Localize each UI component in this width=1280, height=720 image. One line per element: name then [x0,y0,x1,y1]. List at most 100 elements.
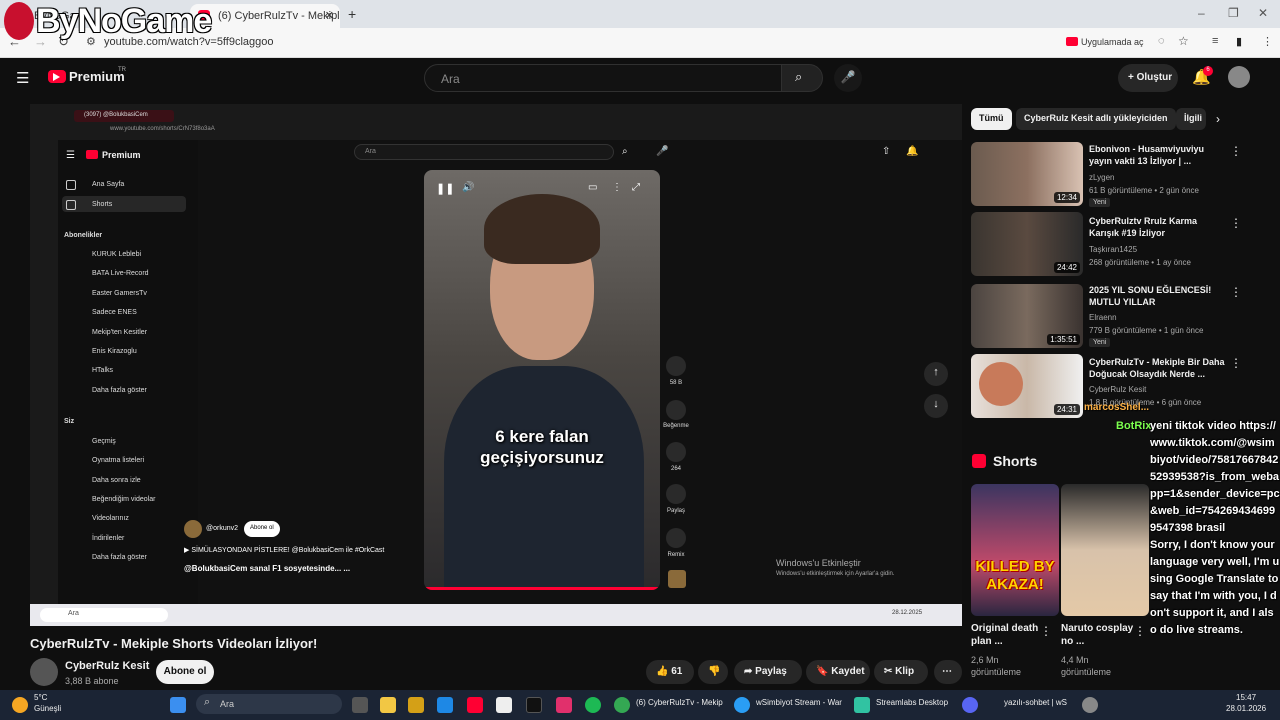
eye-slash-icon[interactable]: ◌ [1158,35,1165,47]
search-button[interactable]: ⌕ [781,64,823,92]
tiktok-icon[interactable] [526,697,542,713]
activate-windows-text: Windows'u etkinleştirmek için Ayarlar'a … [776,571,895,577]
save-button[interactable]: 🔖 Kaydet [806,660,870,684]
chevron-right-icon[interactable]: › [1216,112,1220,126]
instagram-icon[interactable] [556,697,572,713]
clock-date[interactable]: 28.01.2026 [1226,704,1266,713]
notification-badge: 6 [1203,66,1213,76]
inner-youtube-logo-icon [86,150,98,159]
search-input[interactable]: Ara [424,64,782,92]
taskbar-app-label[interactable]: Streamlabs Desktop [876,698,948,707]
dislike-button[interactable]: 👎 [698,660,728,684]
inner-sub-item: KURUK Leblebi [92,251,142,258]
voice-search-icon[interactable]: 🎤 [834,64,862,92]
new-tab-icon[interactable]: + [348,6,356,22]
channel-name[interactable]: CyberRulz Kesit [65,660,149,672]
inner-you-item: Oynatma listeleri [92,457,145,464]
file-explorer-icon[interactable] [380,697,396,713]
short-desc-line1: ▶ SİMÜLASYONDAN PİSTLERE! @BolukbasiCem … [184,547,385,554]
streamlabs-icon[interactable] [854,697,870,713]
browser-app-icon[interactable] [734,697,750,713]
chip-related[interactable]: İlgili [1176,108,1206,130]
chrome-icon[interactable] [614,697,630,713]
spotify-icon[interactable] [585,697,601,713]
progress-bar [424,587,660,590]
inner-sub-item: Daha fazla göster [92,387,147,394]
taskbar-search-input[interactable]: Ara [196,694,342,714]
open-in-app-button[interactable]: Uygulamada aç [1081,37,1144,47]
extension-icon[interactable]: ▮ [1236,35,1242,48]
chip-from-uploader[interactable]: CyberRulz Kesit adlı yükleyiciden [1016,108,1176,130]
short-views: 4,4 Mn görüntüleme [1061,655,1112,677]
store-icon[interactable] [408,697,424,713]
short-more-icon[interactable]: ⋮ [1040,624,1052,638]
rec-thumbnail[interactable]: 24:42 [971,212,1083,276]
share-button[interactable]: ➦ Paylaş [734,660,802,684]
short-channel-avatar [184,520,202,538]
discord-icon[interactable] [962,697,978,713]
rec-thumbnail[interactable]: 1:35:51 [971,284,1083,348]
app-icon[interactable] [496,697,512,713]
inner-you-item: Beğendiğim videolar [92,496,156,503]
rec-duration: 24:31 [1053,404,1080,415]
short-video-frame[interactable]: ❚❚ 🔊 ▭ ⋮ ⤢ 6 kere falan geçişiyorsunuz [424,170,660,590]
rec-thumbnail[interactable]: 12:34 [971,142,1083,206]
task-view-icon[interactable] [352,697,368,713]
short-title[interactable]: Original death plan ... [971,622,1047,648]
short-title[interactable]: Naruto cosplay no ... [1061,622,1137,648]
rec-channel[interactable]: zLygen [1089,172,1239,183]
rec-more-icon[interactable]: ⋮ [1230,285,1242,299]
inner-sub-item: Enis Kirazoglu [92,348,137,355]
minimize-icon[interactable]: – [1198,6,1205,20]
short-channel-name: @orkunv2 [206,525,239,532]
menu-dots-icon[interactable]: ⋮ [1262,35,1273,48]
short-desc-line2: @BolukbasiCem sanal F1 sosyetesinde... .… [184,564,351,573]
short-thumbnail[interactable] [1061,484,1149,616]
rec-title[interactable]: CyberRulzTv - Mekiple Bir Daha Doğucak O… [1089,356,1229,380]
taskbar-app-label[interactable]: wSimbiyot Stream - War [756,698,842,707]
inner-logo-text: Premium [102,150,141,160]
rec-more-icon[interactable]: ⋮ [1230,216,1242,230]
rec-channel[interactable]: CyberRulz Kesit [1089,384,1239,395]
weather-sun-icon[interactable] [12,697,28,713]
taskbar-app-label[interactable]: yazılı-sohbet | wS [1004,698,1067,707]
rec-more-icon[interactable]: ⋮ [1230,144,1242,158]
channel-avatar[interactable] [30,658,58,686]
edge-icon[interactable] [437,697,453,713]
taskbar-app-label[interactable]: (6) CyberRulzTv - Mekip [636,698,723,707]
more-actions-button[interactable]: ⋯ [934,660,962,684]
create-button[interactable]: + Oluştur [1118,64,1178,92]
youtube-app-icon[interactable] [467,697,483,713]
rec-more-icon[interactable]: ⋮ [1230,356,1242,370]
avatar[interactable] [1228,66,1250,88]
clip-button[interactable]: ✂ Klip [874,660,928,684]
hamburger-menu-icon[interactable]: ☰ [16,69,29,87]
short-thumbnail[interactable]: KILLED BY AKAZA! [971,484,1059,616]
clock-time[interactable]: 15:47 [1236,693,1256,702]
short-overlay-text: KILLED BY AKAZA! [975,558,1055,593]
shorts-icon [66,200,76,210]
inner-sub-item: Sadece ENES [92,309,137,316]
youtube-app-icon [1066,37,1078,46]
weather-temp: 5°C [34,693,48,702]
maximize-icon[interactable]: ❐ [1228,6,1239,20]
bookmark-star-icon[interactable]: ☆ [1178,34,1189,48]
rec-title[interactable]: Ebonivon - Husamviyuviyu yayın vakti 13 … [1089,143,1229,167]
rec-title[interactable]: CyberRulztv Rrulz Karma Karışık #19 İzli… [1089,215,1229,239]
close-window-icon[interactable]: ✕ [1258,6,1268,20]
close-tab-icon[interactable]: ✕ [325,9,334,22]
reading-list-icon[interactable]: ≡ [1212,35,1218,47]
youtube-logo-text[interactable]: Premium [69,69,125,84]
subscribe-button[interactable]: Abone ol [156,660,214,684]
short-more-icon[interactable]: ⋮ [1134,624,1146,638]
rec-title[interactable]: 2025 YIL SONU EĞLENCESİ! MUTLU YILLAR [1089,284,1229,308]
rec-thumbnail[interactable]: 24:31 [971,354,1083,418]
tray-icon[interactable] [1082,697,1098,713]
start-windows-icon[interactable] [170,697,186,713]
rec-channel[interactable]: Taşkıran1425 [1089,244,1239,255]
chip-all[interactable]: Tümü [971,108,1012,130]
rec-channel[interactable]: Elraenn [1089,312,1239,323]
like-button[interactable]: 👍 61 [646,660,694,684]
youtube-header: ☰ Premium TR Ara ⌕ 🎤 + Oluştur 🔔 6 [0,58,1280,98]
video-player[interactable]: (3097) @BolukbasiCem www.youtube.com/sho… [30,104,962,626]
